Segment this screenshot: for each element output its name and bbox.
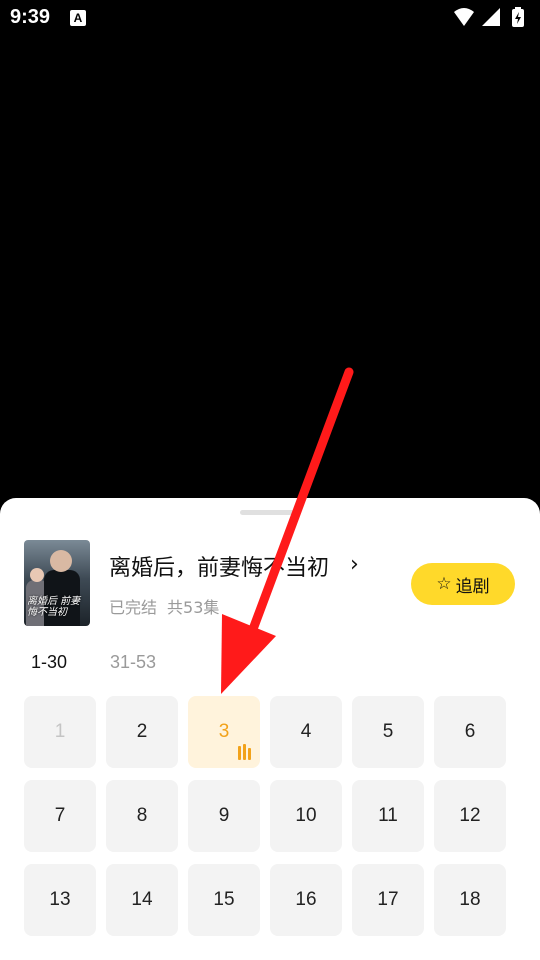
episode-button-9[interactable]: 9 (188, 780, 260, 852)
episode-sheet: 离婚后 前妻悔不当初 离婚后，前妻悔不当初 › 已完结 共53集 ☆ 追剧 1-3… (0, 498, 540, 960)
episode-button-4[interactable]: 4 (270, 696, 342, 768)
episode-button-8[interactable]: 8 (106, 780, 178, 852)
notification-icon: A (70, 10, 86, 26)
episode-button-15[interactable]: 15 (188, 864, 260, 936)
poster-title-text: 离婚后 前妻悔不当初 (27, 596, 81, 618)
drama-title[interactable]: 离婚后，前妻悔不当初 (109, 550, 329, 582)
episode-button-2[interactable]: 2 (106, 696, 178, 768)
chevron-right-icon[interactable]: › (350, 552, 359, 577)
sheet-drag-handle[interactable] (240, 510, 296, 515)
episode-number: 15 (213, 889, 235, 910)
episode-number: 13 (49, 889, 71, 910)
episode-button-6[interactable]: 6 (434, 696, 506, 768)
drama-status: 已完结 (109, 598, 158, 617)
notification-icon-letter: A (73, 11, 83, 25)
episode-button-13[interactable]: 13 (24, 864, 96, 936)
episode-button-12[interactable]: 12 (434, 780, 506, 852)
episode-button-17[interactable]: 17 (352, 864, 424, 936)
now-playing-icon (238, 744, 252, 760)
episode-number: 5 (382, 721, 394, 742)
episode-number: 10 (295, 805, 317, 826)
episode-button-1[interactable]: 1 (24, 696, 96, 768)
follow-button[interactable]: ☆ 追剧 (411, 563, 515, 605)
episode-number: 8 (136, 805, 148, 826)
episode-button-7[interactable]: 7 (24, 780, 96, 852)
signal-icon (482, 8, 500, 26)
episode-number: 17 (377, 889, 399, 910)
episode-number: 16 (295, 889, 317, 910)
episode-number: 6 (464, 721, 476, 742)
episode-button-10[interactable]: 10 (270, 780, 342, 852)
episode-number: 2 (136, 721, 148, 742)
episode-button-5[interactable]: 5 (352, 696, 424, 768)
episode-button-11[interactable]: 11 (352, 780, 424, 852)
episode-button-18[interactable]: 18 (434, 864, 506, 936)
episode-button-3[interactable]: 3 (188, 696, 260, 768)
episode-number: 1 (54, 721, 66, 742)
follow-label: 追剧 (455, 576, 490, 597)
episode-button-14[interactable]: 14 (106, 864, 178, 936)
episode-number: 14 (131, 889, 153, 910)
range-tab-31-53[interactable]: 31-53 (110, 652, 156, 673)
episode-number: 7 (54, 805, 66, 826)
episode-number: 12 (459, 805, 481, 826)
drama-episode-count: 共53集 (167, 598, 220, 617)
status-icons (454, 7, 524, 27)
range-tab-1-30[interactable]: 1-30 (31, 652, 67, 673)
episode-number: 9 (218, 805, 230, 826)
status-time: 9:39 (10, 6, 51, 28)
star-icon: ☆ (436, 574, 452, 594)
status-bar: 9:39 A (0, 0, 540, 36)
episode-number: 3 (218, 721, 230, 742)
drama-meta: 已完结 共53集 (109, 594, 219, 618)
battery-charging-icon (512, 7, 524, 27)
drama-poster[interactable]: 离婚后 前妻悔不当初 (24, 540, 90, 626)
episode-button-16[interactable]: 16 (270, 864, 342, 936)
wifi-icon (454, 8, 474, 26)
episode-number: 4 (300, 721, 312, 742)
episode-number: 11 (378, 805, 398, 826)
episode-number: 18 (459, 889, 481, 910)
